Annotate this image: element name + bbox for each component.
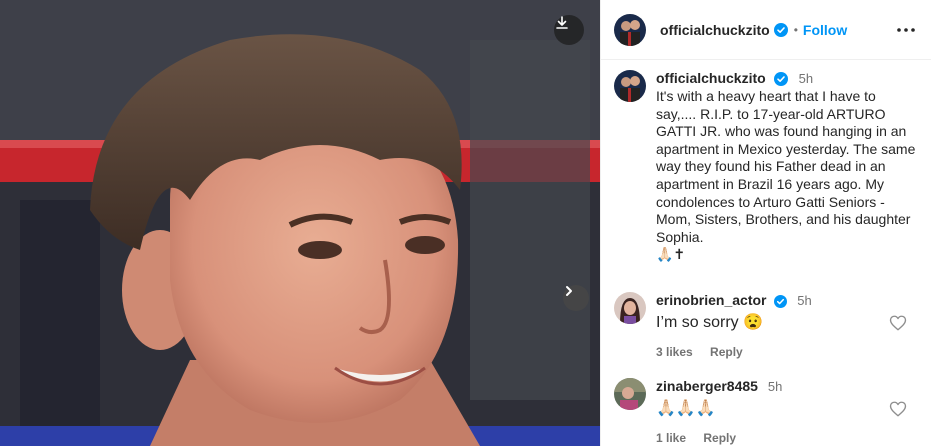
- comment-time[interactable]: 5h: [797, 293, 811, 308]
- comment-likes[interactable]: 3 likes: [656, 345, 693, 359]
- comment-text: I’m so sorry 😧: [656, 314, 764, 331]
- comment-text: 🙏🏻🙏🏻🙏🏻: [656, 400, 716, 417]
- next-image-button[interactable]: [563, 285, 589, 311]
- caption-text: It's with a heavy heart that I have to s…: [656, 88, 916, 245]
- header-separator: •: [793, 22, 798, 37]
- heart-outline-icon[interactable]: [889, 314, 907, 332]
- comment-avatar[interactable]: [614, 378, 646, 410]
- comment-likes[interactable]: 1 like: [656, 431, 686, 445]
- caption-username[interactable]: officialchuckzito: [656, 70, 766, 86]
- comment-avatar[interactable]: [614, 292, 646, 324]
- author-avatar-image: [614, 13, 646, 46]
- download-icon: [556, 16, 568, 29]
- author-username[interactable]: officialchuckzito: [660, 22, 770, 38]
- verified-badge-icon: [774, 294, 788, 308]
- comment-item: erinobrien_actor 5h I’m so sorry 😧 3 lik…: [614, 292, 924, 359]
- heart-outline-icon[interactable]: [889, 400, 907, 418]
- verified-badge-icon: [774, 71, 789, 86]
- comment-avatar-image: [614, 292, 646, 324]
- comment-username[interactable]: erinobrien_actor: [656, 292, 766, 308]
- post-image[interactable]: [0, 0, 600, 446]
- download-button[interactable]: [554, 15, 584, 45]
- caption-avatar-image: [614, 70, 646, 102]
- author-avatar[interactable]: [614, 13, 646, 46]
- more-horizontal-icon: [897, 28, 915, 32]
- comment-username[interactable]: zinaberger8485: [656, 378, 758, 394]
- reply-button[interactable]: Reply: [703, 431, 736, 445]
- reply-button[interactable]: Reply: [710, 345, 743, 359]
- verified-badge-icon: [773, 22, 788, 37]
- comment-item: zinaberger8485 5h 🙏🏻🙏🏻🙏🏻 1 like Reply: [614, 378, 924, 445]
- caption-emoji: 🙏🏻✝: [656, 246, 686, 263]
- follow-button[interactable]: Follow: [803, 22, 847, 38]
- caption-time[interactable]: 5h: [799, 71, 813, 86]
- post-header: officialchuckzito • Follow: [601, 0, 931, 60]
- comment-avatar-image: [614, 378, 646, 410]
- more-options-button[interactable]: [896, 20, 916, 40]
- post-caption: officialchuckzito 5h It's with a heavy h…: [614, 70, 924, 264]
- post-side-panel: officialchuckzito • Follow officialchuck…: [600, 0, 931, 446]
- caption-avatar[interactable]: [614, 70, 646, 102]
- comment-time[interactable]: 5h: [768, 379, 782, 394]
- post-photo: [0, 0, 600, 446]
- chevron-right-icon: [566, 286, 572, 296]
